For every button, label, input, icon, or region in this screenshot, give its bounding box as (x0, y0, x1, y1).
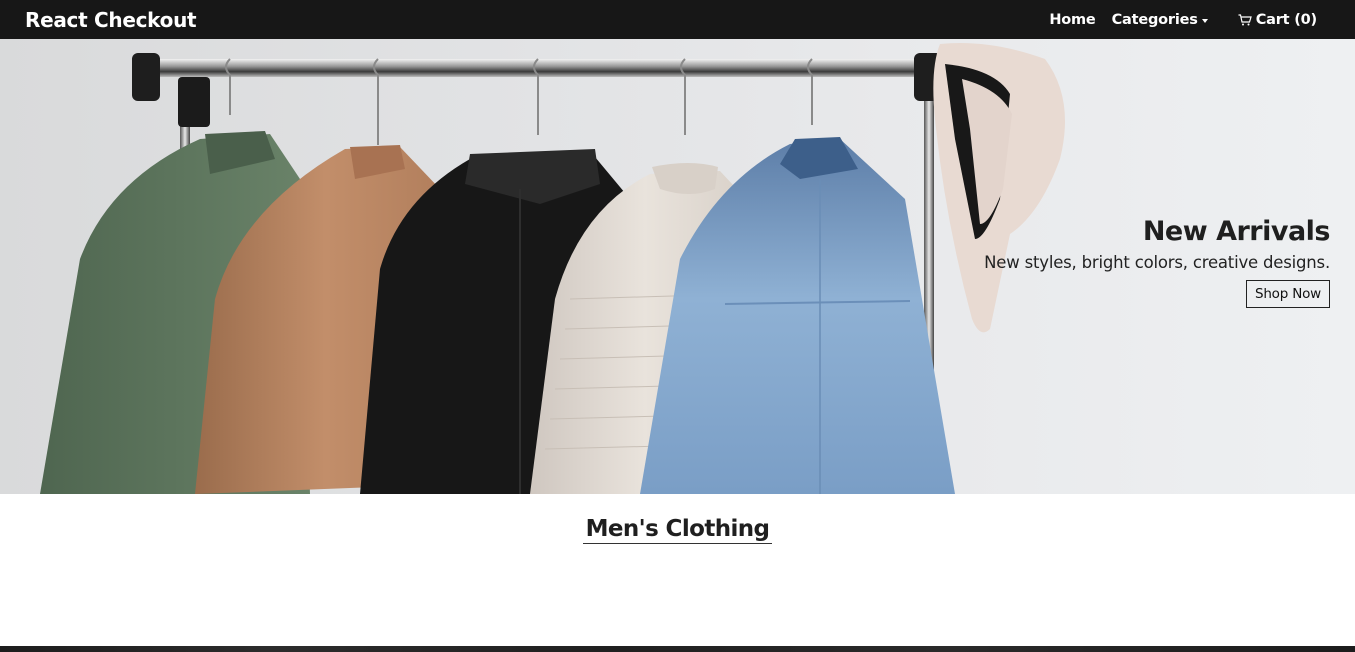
hero-caption: New Arrivals New styles, bright colors, … (984, 214, 1330, 308)
navbar: React Checkout Home Categories Cart (0) (0, 0, 1355, 39)
nav-categories-dropdown[interactable]: Categories (1112, 12, 1208, 28)
section-title: Men's Clothing (582, 516, 773, 544)
hero-subtitle: New styles, bright colors, creative desi… (984, 253, 1330, 272)
nav-home-link[interactable]: Home (1049, 12, 1095, 28)
category-heading-wrap: Men's Clothing (0, 516, 1355, 544)
nav-links: Home Categories Cart (0) (1033, 12, 1317, 28)
caret-down-icon (1201, 18, 1208, 23)
cart-icon (1238, 13, 1252, 25)
nav-cart-link[interactable]: Cart (0) (1238, 12, 1317, 28)
shop-now-button[interactable]: Shop Now (1245, 280, 1330, 308)
next-banner-image-edge (0, 646, 1355, 652)
nav-categories-label: Categories (1111, 11, 1198, 28)
hero-banner: New Arrivals New styles, bright colors, … (0, 39, 1355, 494)
brand-logo-link[interactable]: React Checkout (25, 8, 197, 32)
nav-home-label: Home (1049, 11, 1096, 28)
nav-cart-label: Cart (0) (1255, 11, 1318, 28)
hero-title: New Arrivals (1142, 216, 1331, 247)
